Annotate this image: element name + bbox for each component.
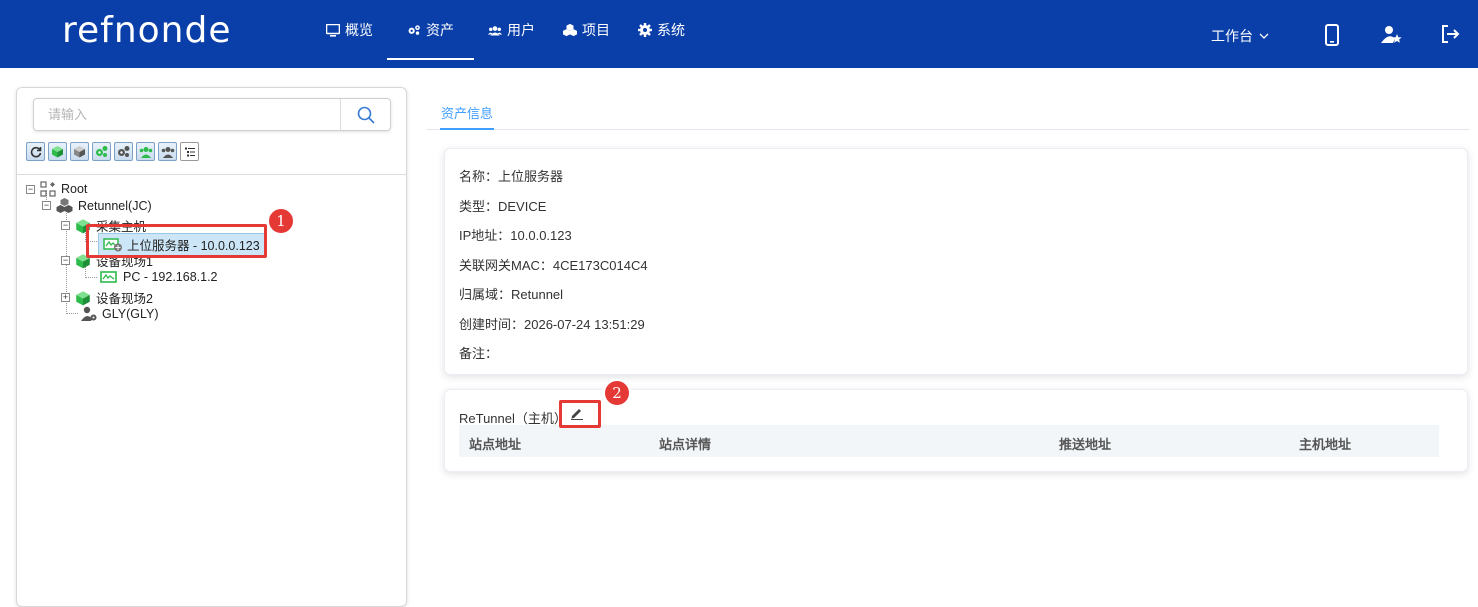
tree-node-gly[interactable]: GLY(GLY) [81, 306, 159, 321]
nav-system-label: 系统 [657, 22, 685, 38]
refresh-icon [30, 146, 41, 157]
asset-ip: IP地址：10.0.0.123 [459, 228, 572, 243]
tree-node-retunnel[interactable]: − Retunnel(JC) [42, 198, 152, 213]
tree-node-root[interactable]: − Root [26, 181, 87, 197]
pc-monitor-icon [100, 270, 117, 283]
nav-system[interactable]: 系统 [624, 0, 699, 60]
tree-node-label: GLY(GLY) [102, 306, 159, 321]
nav-assets[interactable]: 资产 [387, 0, 474, 60]
highlight-box-1 [86, 224, 267, 258]
tree-node-site2[interactable]: + 设备现场2 [61, 288, 153, 307]
chevron-down-icon [1259, 33, 1269, 39]
tree-node-label: Root [61, 182, 88, 196]
tab-asset-info[interactable]: 资产信息 [440, 99, 495, 130]
col-host-address: 主机地址 [1299, 437, 1352, 452]
cubes-icon [56, 198, 73, 213]
user-star-icon[interactable] [1381, 24, 1402, 46]
highlight-box-2 [559, 400, 601, 428]
nav-overview-label: 概览 [345, 22, 373, 38]
mobile-icon[interactable] [1324, 24, 1344, 46]
collapse-toggle[interactable]: + [61, 293, 70, 302]
nav-assets-label: 资产 [426, 22, 454, 38]
cubes-icon [563, 23, 577, 37]
gear-icon [638, 23, 652, 37]
collapse-toggle[interactable]: − [61, 221, 70, 230]
users-icon [488, 23, 502, 37]
nav-overview[interactable]: 概览 [312, 0, 387, 60]
user-gear-icon [81, 306, 97, 321]
asset-gateway-mac: 关联网关MAC：4CE173C014C4 [459, 258, 648, 273]
gray-users-icon [161, 146, 174, 158]
asset-created-time: 创建时间：2026-07-24 13:51:29 [459, 317, 645, 332]
tree-line [66, 313, 78, 314]
monitor-icon [326, 23, 340, 37]
col-site-address: 站点地址 [469, 437, 522, 452]
green-cube-icon [76, 290, 90, 305]
green-gears-icon [96, 146, 108, 157]
nav-users-label: 用户 [507, 22, 535, 38]
add-gray-users-button[interactable] [158, 142, 177, 161]
green-cube-icon [52, 146, 63, 158]
nav-users[interactable]: 用户 [474, 0, 549, 60]
app-logo[interactable]: refnonde [62, 10, 232, 51]
tree-node-pc[interactable]: PC - 192.168.1.2 [100, 270, 218, 284]
nav-projects-label: 项目 [582, 22, 610, 38]
nav-projects[interactable]: 项目 [549, 0, 624, 60]
asset-info-card: 名称：上位服务器 类型：DEVICE IP地址：10.0.0.123 关联网关M… [444, 148, 1468, 375]
collapse-toggle[interactable]: − [26, 184, 35, 194]
content-tabs: 资产信息 [426, 99, 1470, 130]
tree-line [85, 277, 97, 278]
list-icon [184, 147, 195, 156]
search-icon [357, 106, 375, 124]
collapse-toggle[interactable]: − [42, 201, 51, 210]
gray-cube-icon [74, 146, 85, 158]
asset-type: 类型：DEVICE [459, 199, 547, 214]
tree-node-label: PC - 192.168.1.2 [123, 270, 218, 284]
add-green-gears-button[interactable] [92, 142, 111, 161]
add-gray-gears-button[interactable] [114, 142, 133, 161]
asset-tree-panel: − Root − Retunnel(JC) − 采集主机 上位服务器 - 10.… [16, 87, 407, 607]
add-green-users-button[interactable] [136, 142, 155, 161]
tree-node-label: Retunnel(JC) [78, 198, 152, 213]
top-nav-bar: refnonde 概览 资产 用户 项目 系统 工作台 [0, 0, 1478, 68]
collapse-toggle[interactable]: − [61, 256, 70, 265]
asset-name: 名称：上位服务器 [459, 169, 564, 184]
gears-icon [407, 23, 421, 37]
tree-toolbar [26, 142, 199, 161]
asset-domain: 归属域：Retunnel [459, 287, 564, 302]
search-button[interactable] [340, 99, 390, 130]
host-table-header: 站点地址 站点详情 推送地址 主机地址 [459, 425, 1439, 457]
search-input[interactable] [34, 99, 340, 130]
col-push-address: 推送地址 [1059, 437, 1112, 452]
search-box [33, 98, 391, 131]
add-green-cube-button[interactable] [48, 142, 67, 161]
root-grid-icon [40, 181, 56, 197]
tree-node-label: 设备现场2 [96, 292, 153, 306]
refresh-button[interactable] [26, 142, 45, 161]
asset-note: 备注： [459, 346, 499, 361]
green-users-icon [139, 146, 152, 158]
workbench-dropdown[interactable]: 工作台 [1211, 26, 1269, 46]
gray-gears-icon [118, 146, 130, 157]
annotation-badge-2: 2 [603, 379, 631, 407]
annotation-badge-1: 1 [267, 207, 295, 235]
col-site-detail: 站点详情 [659, 437, 712, 452]
panel-divider [17, 174, 406, 175]
workbench-label: 工作台 [1211, 28, 1253, 44]
list-button[interactable] [180, 142, 199, 161]
main-nav: 概览 资产 用户 项目 系统 [312, 0, 699, 68]
logout-icon[interactable] [1440, 24, 1460, 46]
add-gray-cube-button[interactable] [70, 142, 89, 161]
